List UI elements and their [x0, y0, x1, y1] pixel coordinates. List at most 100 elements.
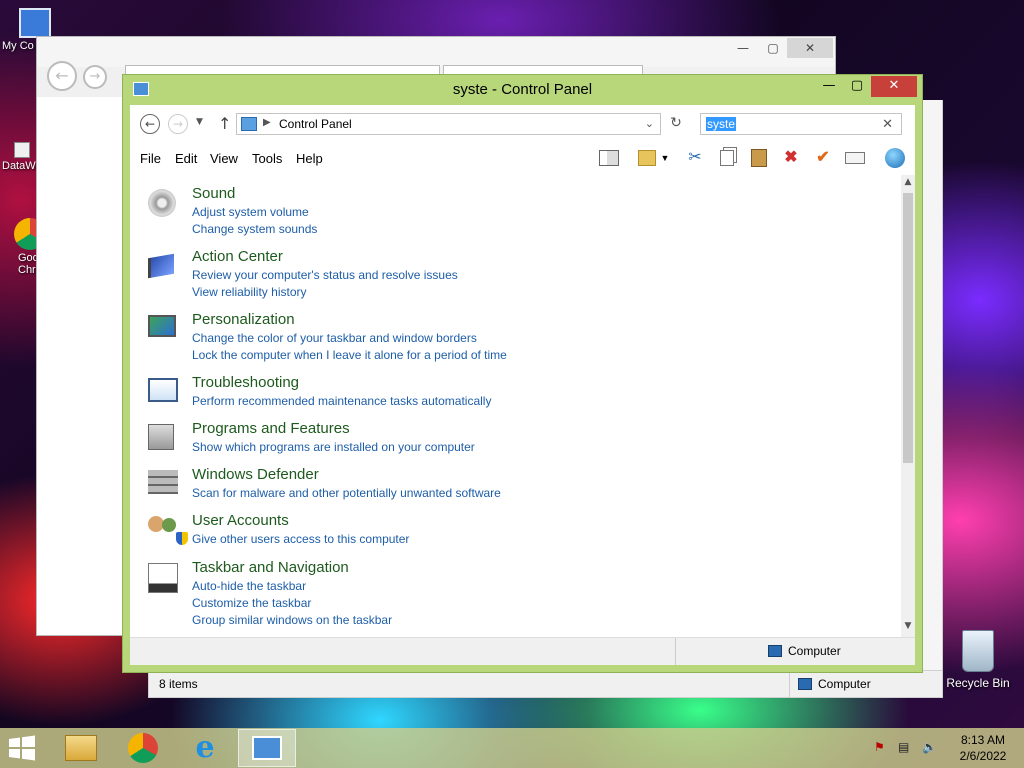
- control-panel-icon: [252, 736, 282, 760]
- menu-file[interactable]: File: [140, 151, 161, 166]
- desktop-icon-recycle-bin[interactable]: Recycle Bin: [940, 630, 1016, 690]
- category-link[interactable]: Give other users access to this computer: [176, 532, 409, 546]
- maximize-button[interactable]: ▢: [843, 76, 871, 97]
- back-button[interactable]: ←: [140, 114, 160, 134]
- category-title[interactable]: Troubleshooting: [192, 374, 299, 391]
- category-title[interactable]: Programs and Features: [192, 420, 350, 437]
- recent-locations-dropdown[interactable]: ▼: [196, 117, 203, 127]
- globe-icon: [885, 147, 905, 168]
- forward-button[interactable]: →: [168, 114, 188, 134]
- minimize-button[interactable]: —: [815, 76, 843, 97]
- close-button[interactable]: ✕: [871, 76, 917, 97]
- volume-icon[interactable]: 🔈: [922, 740, 937, 754]
- preview-pane-button[interactable]: [596, 147, 622, 171]
- chevron-down-icon[interactable]: ⌄: [645, 117, 654, 130]
- category-title[interactable]: Windows Defender: [192, 466, 319, 483]
- search-input[interactable]: syste ✕: [700, 113, 902, 135]
- copy-button[interactable]: [714, 147, 740, 171]
- menu-bar: File Edit View Tools Help ▼ ✂ ✖ ✔: [130, 143, 915, 173]
- menu-tools[interactable]: Tools: [252, 151, 282, 166]
- control-panel-window[interactable]: syste - Control Panel — ▢ ✕ ← → ▼ ↑ ▶ Co…: [122, 74, 923, 673]
- chrome-icon: [128, 733, 158, 763]
- category-link[interactable]: Review your computer's status and resolv…: [192, 268, 458, 282]
- category-link[interactable]: Change system sounds: [192, 222, 317, 236]
- category-title[interactable]: User Accounts: [192, 512, 289, 529]
- taskbar-file-explorer[interactable]: [52, 729, 110, 767]
- paste-button[interactable]: [746, 147, 772, 171]
- results-list: Sound Adjust system volume Change system…: [130, 175, 901, 637]
- status-divider: [675, 638, 676, 665]
- taskbar-control-panel[interactable]: [238, 729, 296, 767]
- action-center-flag-icon[interactable]: ⚑: [874, 740, 885, 754]
- category-link[interactable]: Change the color of your taskbar and win…: [192, 331, 477, 345]
- clear-search-button[interactable]: ✕: [882, 116, 893, 132]
- network-icon[interactable]: ▤: [898, 740, 909, 754]
- browser-back-button[interactable]: ←: [47, 61, 77, 91]
- category-link[interactable]: Show which programs are installed on you…: [192, 440, 475, 454]
- taskbar-icon: [148, 563, 182, 595]
- category-link[interactable]: Perform recommended maintenance tasks au…: [192, 394, 491, 408]
- category-link[interactable]: Customize the taskbar: [192, 596, 311, 610]
- category-link[interactable]: View reliability history: [192, 285, 307, 299]
- window-titlebar[interactable]: syste - Control Panel — ▢ ✕: [123, 75, 922, 105]
- checkmark-icon: ✔: [816, 149, 830, 166]
- category-link[interactable]: Auto-hide the taskbar: [192, 579, 306, 593]
- category-link[interactable]: Scan for malware and other potentially u…: [192, 486, 501, 500]
- status-bar: Computer: [130, 637, 915, 665]
- taskbar-internet-explorer[interactable]: e: [176, 729, 234, 767]
- category-title[interactable]: Taskbar and Navigation: [192, 559, 349, 576]
- browser-forward-button[interactable]: →: [83, 65, 107, 89]
- category-title[interactable]: Action Center: [192, 248, 283, 265]
- taskbar-chrome[interactable]: [114, 729, 172, 767]
- clock-date: 2/6/2022: [959, 749, 1007, 763]
- menu-view[interactable]: View: [210, 151, 238, 166]
- vertical-scrollbar[interactable]: ▲ ▼: [901, 175, 915, 637]
- browser-close-button[interactable]: ✕: [787, 38, 833, 58]
- menu-edit[interactable]: Edit: [175, 151, 197, 166]
- scroll-down-arrow-icon[interactable]: ▼: [901, 621, 915, 635]
- back-status-location: Computer: [789, 671, 871, 697]
- shortcut-icon: [14, 142, 30, 158]
- control-panel-icon: [241, 117, 257, 131]
- delete-button[interactable]: ✖: [778, 147, 804, 171]
- browser-content-area: [37, 97, 127, 635]
- address-bar[interactable]: ▶ Control Panel ⌄: [236, 113, 661, 135]
- folder-icon: [65, 735, 97, 761]
- folder-options-dropdown[interactable]: ▼: [658, 147, 672, 171]
- computer-icon: [768, 645, 782, 657]
- menu-help[interactable]: Help: [296, 151, 323, 166]
- rename-button[interactable]: [842, 147, 868, 171]
- category-link[interactable]: Lock the computer when I leave it alone …: [192, 348, 507, 362]
- category-title[interactable]: Sound: [192, 185, 235, 202]
- clock-time: 8:13 AM: [960, 733, 1006, 747]
- category-link[interactable]: Group similar windows on the taskbar: [192, 613, 392, 627]
- start-button[interactable]: [8, 735, 40, 761]
- ie-icon: e: [195, 730, 215, 765]
- flag-icon: [148, 252, 182, 284]
- computer-icon: [798, 678, 812, 690]
- defender-wall-icon: [148, 470, 182, 502]
- system-clock[interactable]: 8:13 AM 2/6/2022: [948, 732, 1018, 764]
- folder-options-button[interactable]: [634, 147, 660, 171]
- category-title[interactable]: Personalization: [192, 311, 295, 328]
- up-button[interactable]: ↑: [218, 114, 231, 133]
- computer-icon: [19, 8, 51, 38]
- properties-button[interactable]: ✔: [810, 147, 836, 171]
- clipboard-icon: [751, 148, 767, 167]
- delete-x-icon: ✖: [784, 149, 798, 166]
- category-link[interactable]: Adjust system volume: [192, 205, 309, 219]
- cut-button[interactable]: ✂: [682, 147, 708, 171]
- navigation-bar: ← → ▼ ↑ ▶ Control Panel ⌄ ↻ syste ✕: [130, 105, 915, 143]
- breadcrumb-separator-icon[interactable]: ▶: [263, 117, 271, 128]
- refresh-button[interactable]: ↻: [666, 115, 686, 135]
- web-help-button[interactable]: [882, 147, 908, 171]
- browser-maximize-button[interactable]: ▢: [757, 38, 789, 58]
- search-input-value: syste: [706, 117, 737, 131]
- scrollbar-thumb[interactable]: [903, 193, 913, 463]
- layout-icon: [599, 149, 619, 166]
- breadcrumb-control-panel[interactable]: Control Panel: [279, 117, 352, 131]
- browser-minimize-button[interactable]: —: [727, 38, 759, 58]
- windows-logo-icon: [9, 735, 35, 761]
- scroll-up-arrow-icon[interactable]: ▲: [901, 177, 915, 191]
- rename-icon: [845, 151, 865, 164]
